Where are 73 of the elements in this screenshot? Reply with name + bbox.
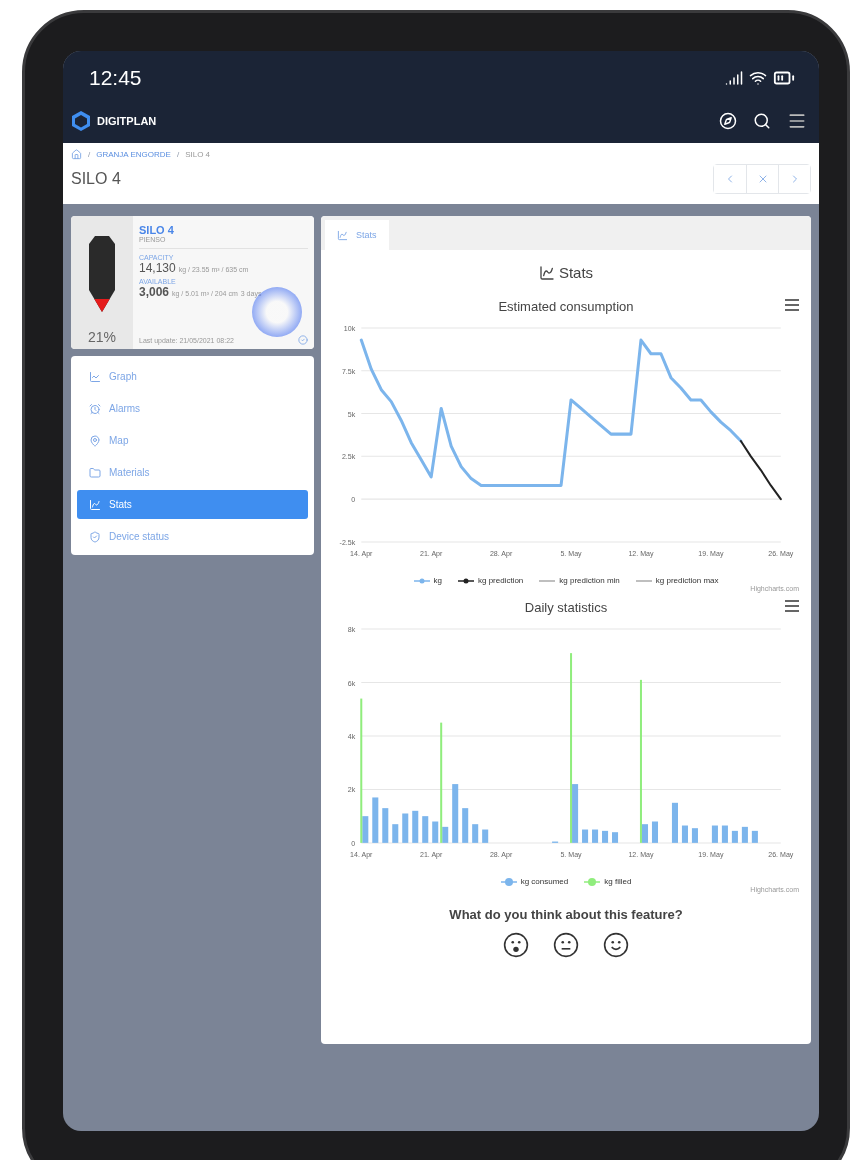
bar (482, 829, 489, 843)
check-icon (298, 335, 308, 345)
bar (651, 821, 658, 843)
brand-name: DIGITPLAN (97, 114, 157, 127)
legend-marker-icon (500, 877, 517, 886)
bar (731, 831, 738, 843)
bar (711, 825, 718, 843)
legend-item[interactable]: kg filled (584, 877, 632, 887)
available-value: 3,006 (139, 285, 170, 299)
bar (612, 832, 619, 843)
alarm-clock-icon (89, 402, 101, 415)
folder-icon (89, 466, 101, 479)
menu-icon[interactable] (785, 600, 799, 613)
breadcrumb-item[interactable]: GRANJA ENGORDE (96, 150, 171, 159)
fill-percentage: 21% (88, 329, 116, 345)
bar (412, 810, 419, 843)
surprised-face-icon[interactable] (503, 932, 529, 959)
bar (681, 825, 688, 843)
section-title: Stats (558, 264, 594, 281)
hexagon-logo-icon (71, 109, 91, 132)
chart-icon (89, 370, 101, 383)
feedback-question: What do you think about this feature? (449, 907, 683, 923)
bar (462, 808, 469, 843)
neutral-face-icon[interactable] (553, 932, 579, 959)
tab[interactable]: Stats (325, 220, 389, 250)
capacity-value: 14,130 (139, 261, 176, 275)
signal-icon (725, 68, 743, 87)
chart-icon (538, 264, 555, 281)
bar (602, 831, 609, 843)
bar (671, 802, 678, 843)
bar (422, 816, 429, 843)
bar (751, 831, 758, 843)
menu-icon[interactable] (785, 299, 799, 311)
map-pin-icon (89, 434, 101, 447)
breadcrumb-separator: / (176, 150, 180, 159)
happy-face-icon[interactable] (603, 932, 629, 959)
shield-icon (89, 530, 101, 543)
chart-icon (89, 498, 101, 511)
menu-item[interactable]: Graph (77, 362, 308, 391)
compass-icon[interactable] (719, 111, 737, 130)
chart-icon (337, 229, 348, 241)
legend-item[interactable]: kg prediction (457, 576, 524, 586)
menu-item[interactable]: Alarms (77, 394, 308, 423)
clock: 12:45 (89, 65, 142, 90)
bar (741, 827, 748, 843)
legend-marker-icon (457, 576, 474, 585)
menu-item[interactable]: Map (77, 426, 308, 455)
menu-item[interactable]: Materials (77, 458, 308, 487)
bar (592, 829, 599, 843)
bar (472, 824, 479, 843)
bar (452, 784, 459, 843)
bar (721, 825, 728, 843)
menu-item[interactable]: Device status (77, 522, 308, 551)
legend-item[interactable]: kg (413, 576, 442, 586)
legend-item[interactable]: kg consumed (500, 877, 569, 887)
menu-item[interactable]: Stats (77, 490, 308, 519)
bar (402, 813, 409, 843)
legend-item[interactable]: kg prediction max (635, 576, 719, 586)
search-icon[interactable] (753, 111, 771, 130)
chart-title: Daily statistics (523, 599, 609, 618)
bar (582, 829, 589, 843)
legend-item[interactable]: kg prediction min (539, 576, 620, 586)
silo-name[interactable]: SILO 4 (139, 224, 308, 236)
chart-title: Estimated consumption (497, 298, 635, 316)
legend-marker-icon (413, 576, 430, 585)
bar (691, 828, 698, 843)
page-title: SILO 4 (71, 170, 121, 188)
legend-marker-icon (584, 877, 601, 886)
bar (372, 797, 379, 843)
breadcrumb-item: SILO 4 (185, 150, 211, 159)
bar (392, 824, 399, 843)
breadcrumb-separator: / (88, 150, 91, 159)
bar (382, 808, 389, 843)
